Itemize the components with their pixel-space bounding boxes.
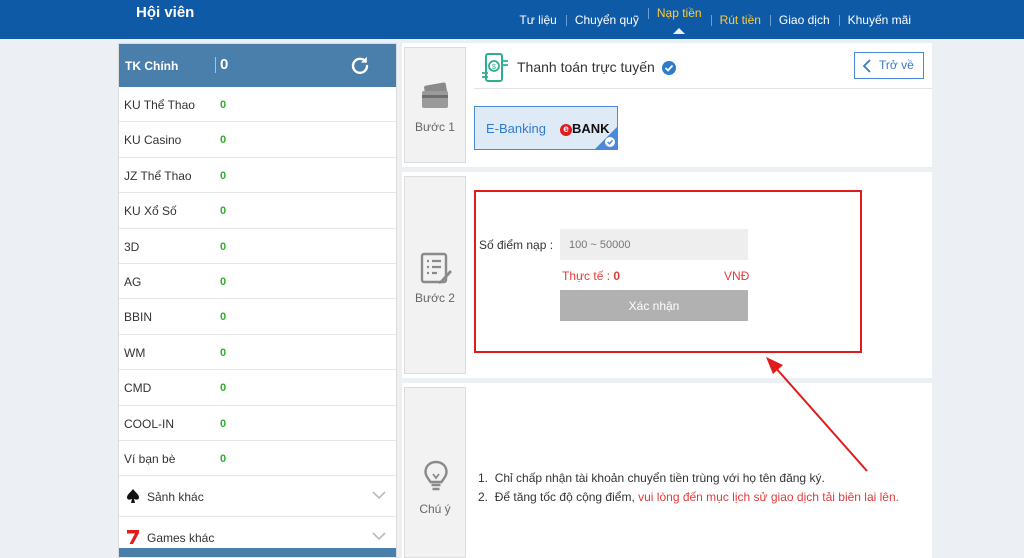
wallet-name: KU Xổ Số xyxy=(124,204,177,219)
highlight-box xyxy=(474,190,862,353)
wallet-row[interactable]: BBIN 0 xyxy=(119,299,396,335)
wallet-balance: 0 xyxy=(220,99,227,111)
wallet-name: AG xyxy=(124,274,142,289)
wallet-row[interactable]: KU Xổ Số 0 xyxy=(119,193,396,229)
group-other-lobbies-label: Sảnh khác xyxy=(147,490,204,505)
chevron-left-icon xyxy=(862,59,871,73)
step1-panel: Bước 1 $ Thanh toán trực tuyến Trở về E-… xyxy=(402,43,932,167)
note-highlight: vui lòng đến mục lịch sử giao dịch tải b… xyxy=(638,490,899,504)
wallet-row[interactable]: AG 0 xyxy=(119,264,396,300)
wallet-name: 3D xyxy=(124,239,140,254)
wallet-list: KU Thể Thao 0 KU Casino 0 JZ Thể Thao 0 KU Xổ … xyxy=(119,87,396,477)
group-other-lobbies[interactable]: Sảnh khác xyxy=(119,476,396,518)
actual-label: Thực tế : xyxy=(562,269,611,283)
wallet-name: COOL-IN xyxy=(124,416,175,431)
wallet-balance: 0 xyxy=(220,346,227,359)
header-divider xyxy=(215,57,216,73)
sidebar-footer xyxy=(119,548,396,557)
wallet-row[interactable]: 3D 0 xyxy=(119,229,396,264)
note-item-2: 2. Để tăng tốc độ cộng điểm, vui lòng đế… xyxy=(478,490,899,504)
wallet-balance: 0 xyxy=(220,134,227,147)
step2-label: Bước 2 xyxy=(415,291,455,305)
wallet-name: WM xyxy=(124,345,146,360)
main-account-balance: 0 xyxy=(220,56,229,73)
step2-tab: Bước 2 xyxy=(404,176,466,374)
notes-panel: Chú ý 1. Chỉ chấp nhận tài khoản chuyển … xyxy=(402,383,932,558)
lightbulb-icon xyxy=(424,460,448,491)
main-account-label: TK Chính xyxy=(125,59,179,73)
wallet-name: KU Casino xyxy=(124,133,182,148)
refresh-icon[interactable] xyxy=(350,55,370,75)
back-button[interactable]: Trở về xyxy=(854,52,924,79)
wallet-row[interactable]: WM 0 xyxy=(119,335,396,371)
wallet-balance: 0 xyxy=(220,382,227,395)
notes-tab: Chú ý xyxy=(404,387,466,558)
wallet-name: KU Thể Thao xyxy=(124,98,195,112)
notes-label: Chú ý xyxy=(419,502,451,516)
spade-icon xyxy=(127,489,139,504)
group-other-games-label: Games khác xyxy=(147,531,215,546)
nav-deposit[interactable]: Nạp tiền xyxy=(647,5,711,34)
wallet-balance: 0 xyxy=(220,240,227,253)
form-edit-icon xyxy=(420,252,452,284)
nav-withdraw[interactable]: Rút tiền xyxy=(710,13,770,27)
amount-label: Số điểm nạp : xyxy=(479,238,554,252)
wallet-row[interactable]: CMD 0 xyxy=(119,370,396,406)
wallet-row[interactable]: KU Casino 0 xyxy=(119,122,396,158)
step2-panel: Bước 2 Số điểm nạp : Thực tế : 0 VNĐ Xác… xyxy=(402,172,932,378)
ebanking-option[interactable]: E-Banking e BANK xyxy=(474,106,618,150)
amount-input[interactable] xyxy=(560,229,748,260)
title-divider xyxy=(474,88,932,89)
wallet-row[interactable]: JZ Thể Thao 0 xyxy=(119,158,396,194)
main-account-header: TK Chính 0 xyxy=(119,44,396,87)
actual-value: 0 xyxy=(613,269,621,283)
online-payment-icon: $ xyxy=(482,53,508,82)
wallet-balance: 0 xyxy=(220,452,227,465)
wallet-balance: 0 xyxy=(220,311,227,324)
wallet-balance: 0 xyxy=(220,275,227,288)
nav-profile[interactable]: Tư liệu xyxy=(510,13,565,27)
wallet-name: CMD xyxy=(124,381,152,396)
wallet-name: BBIN xyxy=(124,310,153,325)
note-item-1: 1. Chỉ chấp nhận tài khoản chuyển tiền t… xyxy=(478,471,825,485)
wallet-name: Ví bạn bè xyxy=(124,451,176,466)
wallet-row[interactable]: KU Thể Thao 0 xyxy=(119,87,396,123)
nav-transfer[interactable]: Chuyển quỹ xyxy=(565,13,648,27)
seven-icon xyxy=(127,530,139,545)
verified-check-icon xyxy=(662,61,676,75)
wallet-balance: 0 xyxy=(220,205,227,218)
ebanking-label: E-Banking xyxy=(486,121,546,136)
wallet-balance: 0 xyxy=(220,169,227,182)
step1-label: Bước 1 xyxy=(415,120,455,134)
confirm-button[interactable]: Xác nhận xyxy=(560,290,748,321)
nav-transactions[interactable]: Giao dịch xyxy=(769,13,839,27)
actual-amount: Thực tế : 0 xyxy=(562,269,620,283)
chevron-down-icon xyxy=(372,491,386,500)
main-nav: Tư liệu Chuyển quỹ Nạp tiền Rút tiền Gia… xyxy=(510,0,920,39)
card-icon xyxy=(422,82,448,108)
currency-unit: VNĐ xyxy=(724,269,750,283)
chevron-down-icon xyxy=(372,532,386,541)
note-number: 1. xyxy=(478,471,489,485)
nav-deposit-label: Nạp tiền xyxy=(656,5,702,20)
top-bar: Hội viên Tư liệu Chuyển quỹ Nạp tiền Rút… xyxy=(0,0,1024,39)
ebank-logo-e: e xyxy=(560,124,572,136)
step1-tab: Bước 1 xyxy=(404,47,466,163)
account-sidebar: TK Chính 0 KU Thể Thao 0 KU Casino 0 JZ Thể … xyxy=(118,43,397,558)
nav-promotions[interactable]: Khuyến mãi xyxy=(838,13,920,27)
wallet-name: JZ Thể Thao xyxy=(124,168,192,183)
note-text: Chỉ chấp nhận tài khoản chuyển tiền trùn… xyxy=(494,471,825,485)
active-caret xyxy=(673,27,686,34)
svg-text:$: $ xyxy=(492,64,496,71)
wallet-balance: 0 xyxy=(220,417,227,430)
note-number: 2. xyxy=(478,490,489,504)
wallet-row[interactable]: Ví bạn bè 0 xyxy=(119,441,396,477)
back-button-label: Trở về xyxy=(879,58,914,72)
payment-title: Thanh toán trực tuyến xyxy=(517,59,655,75)
note-text: Để tăng tốc độ cộng điểm, xyxy=(494,490,635,504)
brand-title: Hội viên xyxy=(136,4,195,21)
selected-check-icon xyxy=(595,127,617,149)
wallet-row[interactable]: COOL-IN 0 xyxy=(119,406,396,441)
